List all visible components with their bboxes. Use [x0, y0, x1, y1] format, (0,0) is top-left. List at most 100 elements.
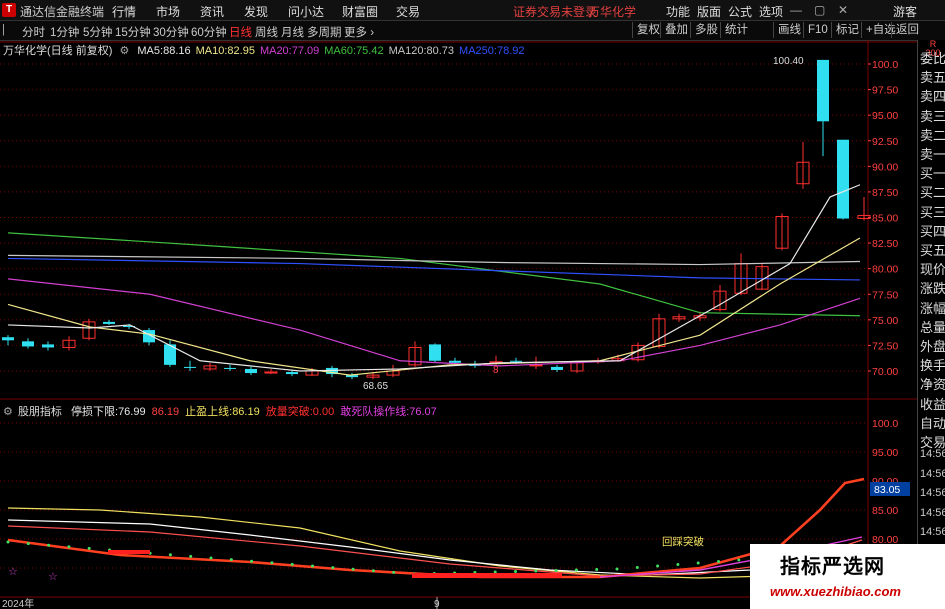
tab-weekly[interactable]: 周线 — [255, 24, 278, 40]
candle-body-down — [429, 344, 441, 361]
app-title: 通达信金融终端 — [20, 5, 105, 19]
restore-icon[interactable]: ▢ — [814, 3, 825, 17]
signal-dot — [514, 570, 517, 573]
button-f10[interactable]: F10 — [803, 22, 828, 38]
quote-side-panel: R 300 委比 卖五 卖四 卖三 卖二 卖一 买一 买二 买三 买四 买五 现价 涨跌 涨幅 总量 外盘 换手… — [917, 40, 945, 609]
price-tick-label: 80.00 — [872, 264, 898, 276]
menu-discover[interactable]: 发现 — [244, 3, 268, 20]
signal-dot — [270, 561, 274, 565]
button-statistics[interactable]: 统计 — [720, 22, 748, 38]
price-tick-label: 72.50 — [872, 340, 898, 352]
panel-item: 自动 — [920, 415, 945, 431]
tab-5min[interactable]: 5分钟 — [83, 24, 112, 40]
signal-dot — [6, 540, 10, 544]
stock-name-top: 万华化学 — [588, 5, 637, 19]
watermark: 指标严选网 www.xuezhibiao.com — [750, 544, 945, 609]
menu-trade[interactable]: 交易 — [396, 3, 420, 20]
menu-options[interactable]: 选项 — [759, 3, 783, 20]
panel-item: 外盘 — [920, 339, 945, 354]
indicator-field-label: 止盈上线: — [185, 406, 233, 418]
panel-item: 卖五 — [920, 70, 945, 86]
ma-legend-item: MA20: — [259, 45, 292, 57]
year-label: 2024年 — [2, 597, 34, 609]
panel-item: 涨跌 — [920, 281, 945, 297]
tab-30min[interactable]: 30分钟 — [153, 24, 189, 40]
trade-login-notice[interactable]: 证券交易未登录 — [513, 3, 597, 20]
signal-dot — [87, 546, 91, 550]
ma-legend-item: MA250: — [459, 45, 497, 57]
sidebar-toggle-icon[interactable]: | — [2, 24, 5, 36]
candle-body-down — [817, 59, 829, 122]
menu-layout[interactable]: 版面 — [697, 3, 721, 20]
panel-item: 买三 — [920, 204, 945, 220]
candle-body-down — [2, 337, 14, 341]
panel-item: 总量 — [920, 319, 945, 335]
menu-market[interactable]: 行情 — [112, 3, 136, 20]
price-tick-label: 87.50 — [872, 187, 898, 199]
menu-formula[interactable]: 公式 — [728, 3, 752, 20]
candle-body-down — [224, 367, 236, 369]
menu-news[interactable]: 资讯 — [200, 3, 224, 20]
tab-intraday[interactable]: 分时 — [22, 24, 45, 40]
app-logo-icon: T — [2, 3, 16, 17]
minimize-icon[interactable]: — — [790, 3, 802, 17]
volume-breakout-bar — [412, 573, 562, 578]
menu-function[interactable]: 功能 — [666, 3, 690, 20]
panel-item: 现价 — [920, 262, 945, 278]
panel-item: 收益 — [920, 396, 945, 412]
event-marker: 8 — [493, 365, 499, 376]
menu-ask[interactable]: 问小达 — [288, 3, 324, 20]
menu-wealth[interactable]: 财富圈 — [342, 3, 378, 20]
price-tick-label: 100.0 — [872, 59, 898, 71]
signal-dot — [392, 570, 396, 574]
panel-item: 净资 — [920, 377, 945, 393]
button-back[interactable]: 返回 — [891, 22, 919, 38]
panel-time: 14:56 — [920, 526, 945, 538]
signal-dot — [189, 554, 193, 558]
ma-legend-value: 82.95 — [227, 45, 255, 57]
indicator-legend: ⚙ 股朋指标 停损下限:76.99 86.19 止盈上线:86.19 放量突破:0.0… — [3, 403, 437, 419]
indicator-field-value: 86.19 — [232, 406, 260, 418]
settings-gear-icon[interactable]: ⚙ — [119, 45, 129, 57]
price-tick-label: 77.50 — [872, 289, 898, 301]
annotation-label: 回踩突破 — [662, 535, 704, 548]
candle-body-down — [42, 344, 54, 348]
tab-60min[interactable]: 60分钟 — [191, 24, 227, 40]
signal-dot — [737, 558, 741, 562]
signal-dot — [574, 568, 578, 572]
button-mark[interactable]: 标记 — [831, 22, 859, 38]
signal-dot — [290, 562, 294, 566]
tab-more[interactable]: 更多 › — [344, 24, 374, 40]
panel-item: 换手 — [920, 358, 945, 374]
indicator-field-value: 86.19 — [151, 406, 180, 418]
price-tick-label: 90.00 — [872, 161, 898, 173]
panel-item: 委比 — [920, 51, 945, 66]
button-multi-stock[interactable]: 多股 — [690, 22, 718, 38]
close-icon[interactable]: ✕ — [838, 3, 848, 17]
price-tick-label: 97.50 — [872, 85, 898, 97]
panel-item: 卖一 — [920, 147, 945, 162]
tab-daily[interactable]: 日线 — [229, 24, 252, 40]
indicator-settings-icon[interactable]: ⚙ — [3, 406, 13, 418]
indicator-tick-label: 95.00 — [872, 447, 898, 459]
volume-breakout-bar — [108, 550, 150, 554]
tab-15min[interactable]: 15分钟 — [115, 24, 151, 40]
candle-body-down — [245, 368, 257, 374]
month-label: 9 — [434, 599, 440, 609]
ma-legend-value: 80.73 — [426, 45, 455, 57]
main-chart-legend: 万华化学(日线 前复权) ⚙ MA5:88.16 MA10:82.95 MA20:7… — [3, 42, 525, 58]
price-tick-label: 75.00 — [872, 315, 898, 327]
tab-multi-period[interactable]: 多周期 — [307, 24, 342, 40]
user-guest[interactable]: 游客 — [893, 3, 917, 20]
button-overlay[interactable]: 叠加 — [660, 22, 688, 38]
high-price-label: 100.40 — [773, 56, 804, 67]
tab-monthly[interactable]: 月线 — [281, 24, 304, 40]
button-adjust[interactable]: 复权 — [632, 22, 660, 38]
tab-1min[interactable]: 1分钟 — [50, 24, 79, 40]
menu-market-center[interactable]: 市场 — [156, 3, 180, 20]
indicator-field-label: 敢死队操作线: — [340, 406, 410, 418]
ma-legend-item: MA10: — [195, 45, 228, 57]
chart-canvas[interactable]: 100.40 68.65 8 ☆ ☆ 回踩突破 100.0 97.50 95.00 92.50… — [0, 40, 917, 609]
button-draw-line[interactable]: 画线 — [773, 22, 801, 38]
signal-dot — [717, 560, 720, 563]
